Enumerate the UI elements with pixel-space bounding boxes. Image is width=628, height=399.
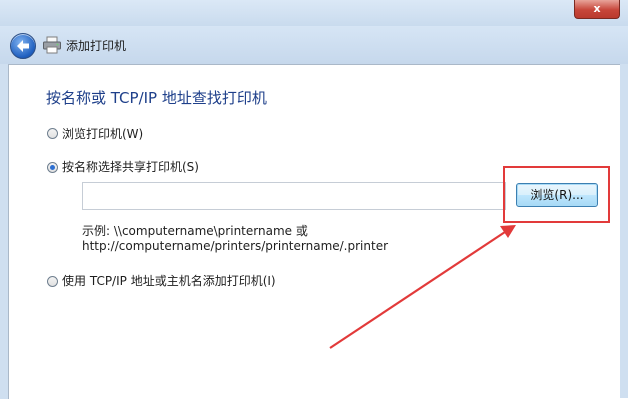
annotation-highlight-box bbox=[503, 166, 610, 223]
page-heading: 按名称或 TCP/IP 地址查找打印机 bbox=[46, 89, 267, 107]
shared-printer-name-input[interactable] bbox=[82, 182, 506, 210]
radio-select-shared-printer[interactable] bbox=[47, 162, 58, 173]
back-button[interactable] bbox=[10, 33, 36, 59]
close-icon: x bbox=[593, 2, 601, 15]
title-bar: x bbox=[0, 0, 628, 26]
back-arrow-icon bbox=[17, 40, 29, 52]
navigation-bar: 添加打印机 bbox=[0, 26, 628, 64]
close-button[interactable]: x bbox=[574, 0, 620, 19]
option-label-browse[interactable]: 浏览打印机(W) bbox=[62, 125, 143, 142]
wizard-title: 添加打印机 bbox=[66, 39, 127, 53]
window-edge bbox=[620, 64, 628, 398]
example-line-1: 示例: \\computername\printername 或 bbox=[82, 224, 308, 238]
printer-icon bbox=[43, 36, 61, 54]
radio-add-by-tcpip[interactable] bbox=[47, 276, 58, 287]
option-label-shared[interactable]: 按名称选择共享打印机(S) bbox=[62, 158, 199, 175]
example-line-2: http://computername/printers/printername… bbox=[82, 239, 389, 253]
radio-browse-printers[interactable] bbox=[47, 128, 58, 139]
option-label-tcpip[interactable]: 使用 TCP/IP 地址或主机名添加打印机(I) bbox=[62, 272, 276, 289]
